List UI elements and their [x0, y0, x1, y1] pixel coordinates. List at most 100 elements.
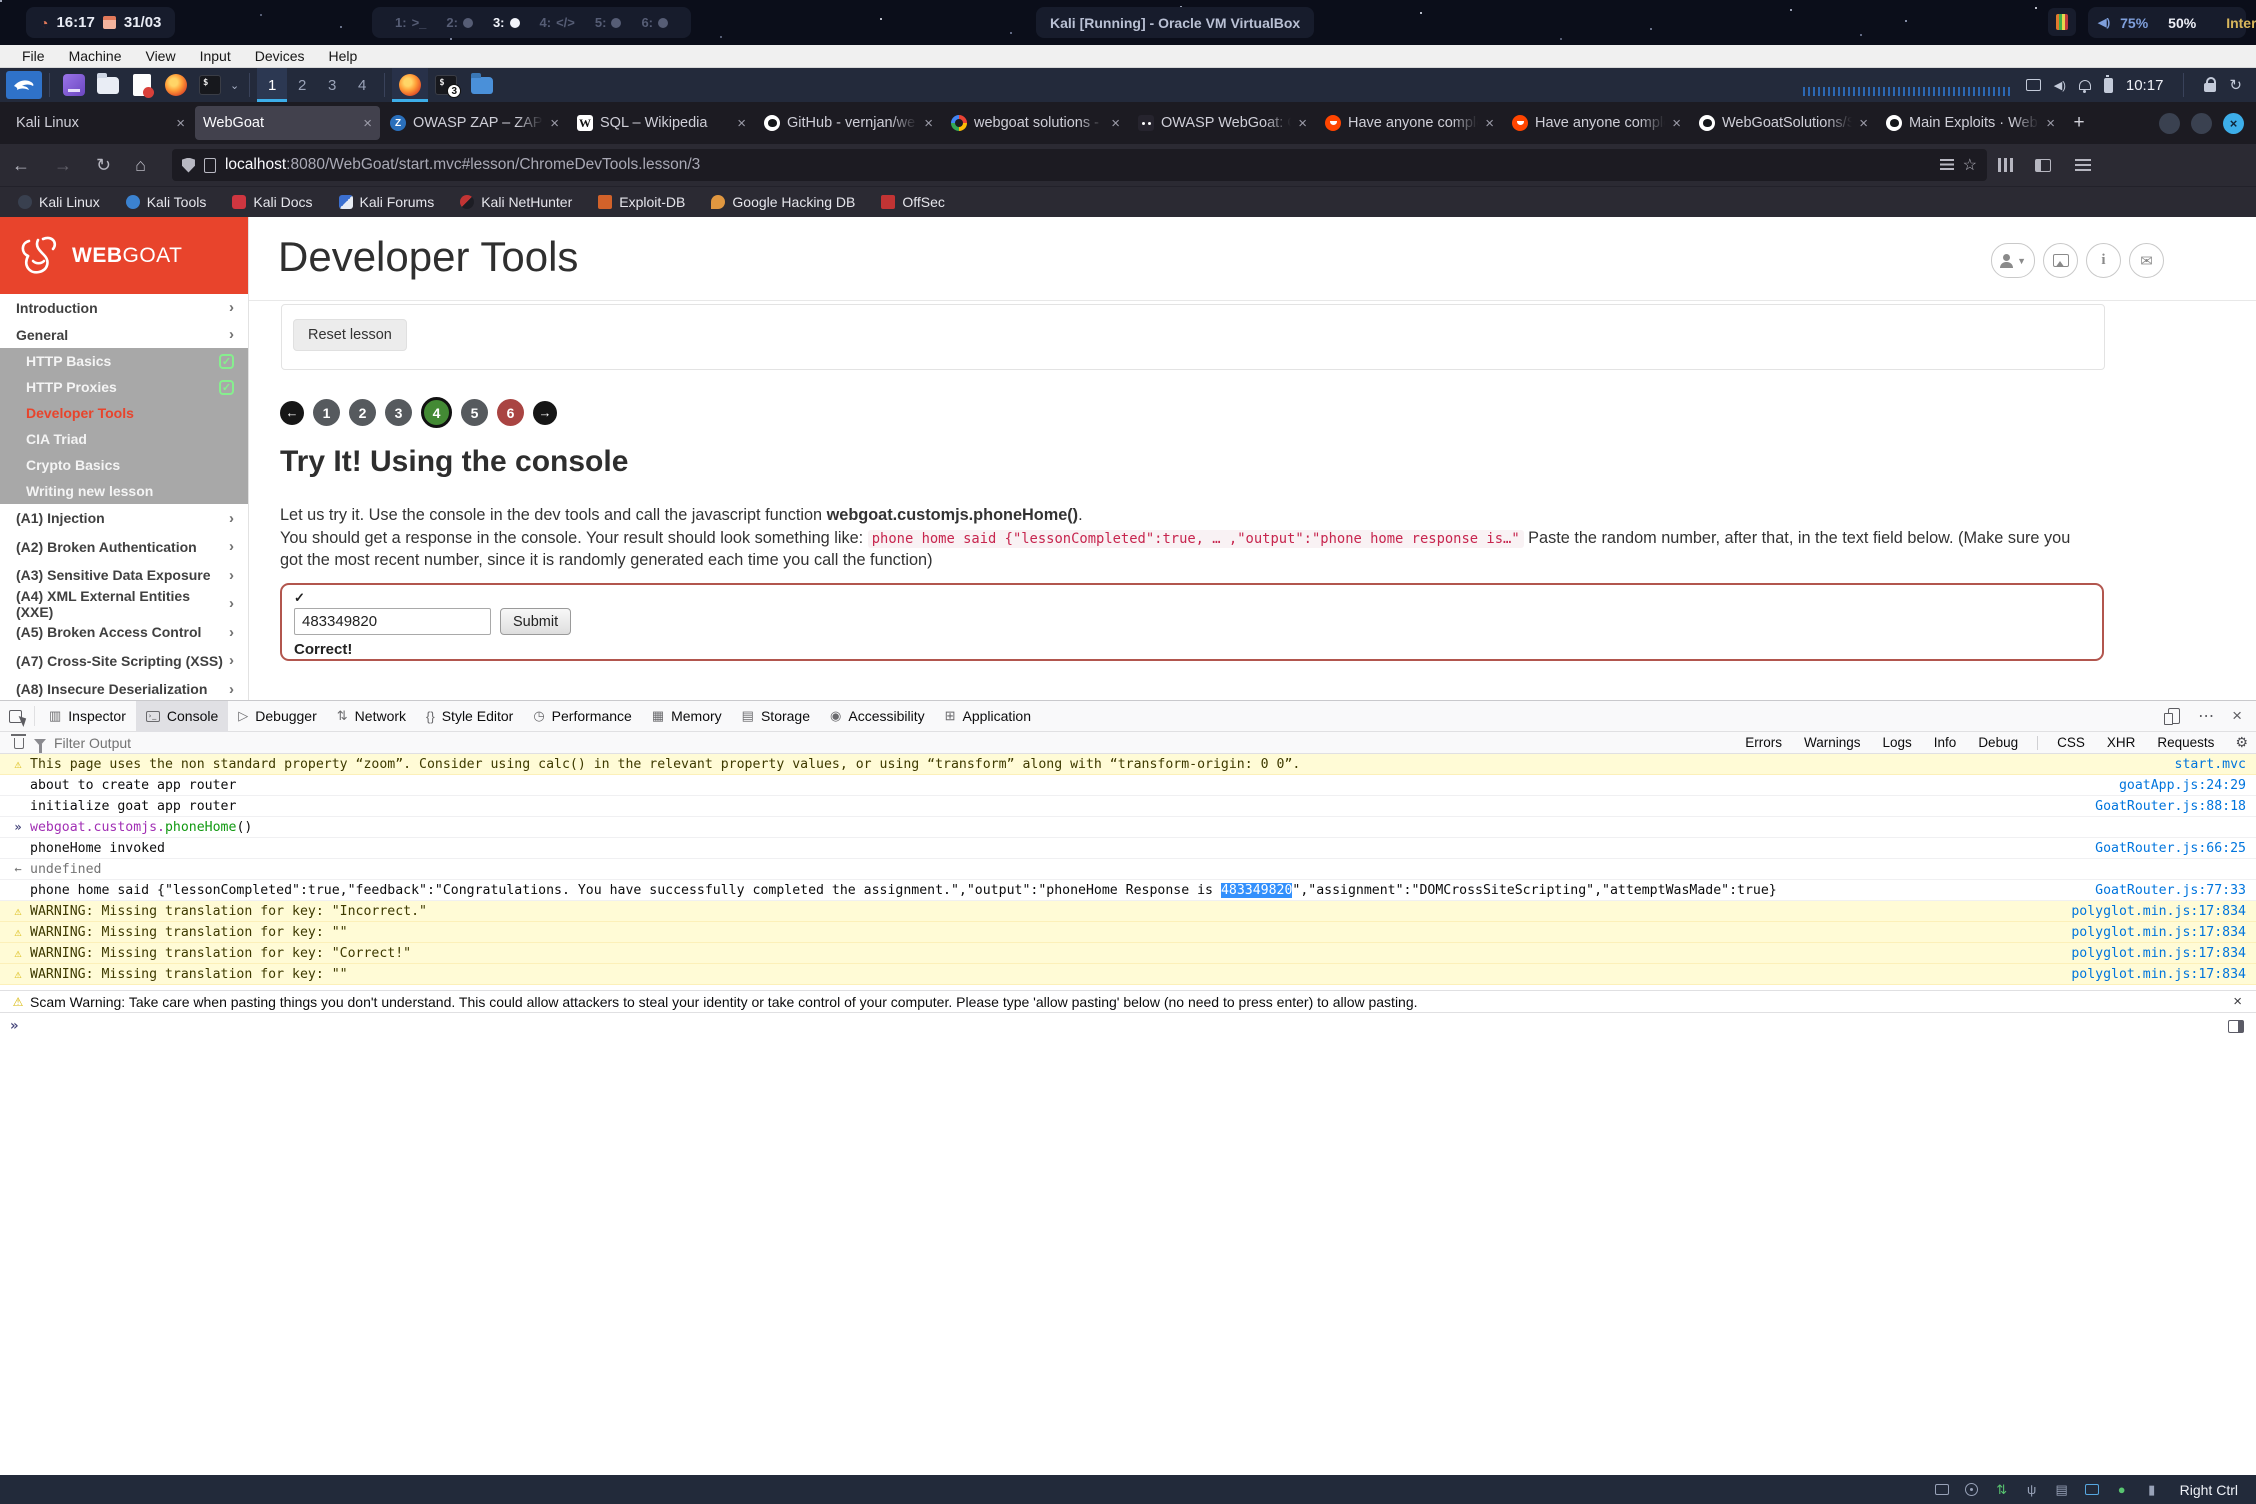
taskbar-workspace-3[interactable]: 3 — [317, 68, 347, 102]
sidebar-item-developer-tools-current[interactable]: Developer Tools — [0, 400, 248, 426]
tab-webgoat-solutions-search[interactable]: webgoat solutions - × — [943, 106, 1128, 140]
page-button-5[interactable]: 5 — [461, 399, 488, 426]
sidebar-item-http-proxies[interactable]: HTTP Proxies✓ — [0, 374, 248, 400]
menu-devices[interactable]: Devices — [243, 48, 317, 64]
filter-output-input[interactable] — [54, 735, 554, 751]
bookmark-kali-tools[interactable]: Kali Tools — [126, 194, 207, 210]
page-button-6-attack[interactable]: 6 — [497, 399, 524, 426]
tab-close-icon[interactable]: × — [2046, 115, 2055, 132]
filter-debug-button[interactable]: Debug — [1969, 734, 2027, 751]
tab-close-icon[interactable]: × — [1485, 115, 1494, 132]
terminal-window-button[interactable]: $3 — [428, 68, 464, 102]
forward-icon[interactable]: → — [42, 155, 84, 176]
page-button-2[interactable]: 2 — [349, 399, 376, 426]
tab-inspector[interactable]: ▥Inspector — [39, 701, 136, 732]
bookmark-kali-nethunter[interactable]: Kali NetHunter — [460, 194, 572, 210]
url-input[interactable]: localhost:8080/WebGoat/start.mvc#lesson/… — [172, 149, 1987, 181]
tab-close-icon[interactable]: × — [1298, 115, 1307, 132]
reload-icon[interactable]: ↻ — [84, 155, 123, 176]
tab-main-exploits[interactable]: Main Exploits · WebG × — [1878, 106, 2063, 140]
source-link[interactable]: polyglot.min.js:17:834 — [2071, 925, 2246, 940]
page-button-1[interactable]: 1 — [313, 399, 340, 426]
submit-button[interactable]: Submit — [500, 608, 571, 635]
launcher-dropdown-caret[interactable]: ⌄ — [230, 79, 239, 92]
new-tab-button[interactable]: + — [2064, 108, 2094, 138]
filter-errors-button[interactable]: Errors — [1736, 734, 1791, 751]
pick-element-button[interactable] — [0, 710, 30, 723]
responsive-design-mode-icon[interactable] — [2168, 708, 2180, 724]
bookmark-offsec[interactable]: OffSec — [881, 194, 945, 210]
files-window-button[interactable] — [464, 68, 500, 102]
tab-close-icon[interactable]: × — [1859, 115, 1868, 132]
bookmark-star-icon[interactable]: ☆ — [1963, 155, 1977, 175]
tab-sql-wikipedia[interactable]: W SQL – Wikipedia × — [569, 106, 754, 140]
terminal-launcher-icon[interactable]: $ — [198, 73, 222, 97]
menu-machine[interactable]: Machine — [57, 48, 134, 64]
next-page-arrow[interactable]: → — [533, 401, 557, 425]
guest-clock[interactable]: 10:17 — [2126, 77, 2164, 94]
console-settings-gear-icon[interactable]: ⚙ — [2235, 734, 2248, 751]
source-link[interactable]: GoatRouter.js:88:18 — [2095, 799, 2246, 814]
tab-github-vernjan[interactable]: GitHub - vernjan/we × — [756, 106, 941, 140]
workspace-6[interactable]: 6: — [632, 15, 677, 30]
bookmark-exploit-db[interactable]: Exploit-DB — [598, 194, 685, 210]
page-button-3[interactable]: 3 — [385, 399, 412, 426]
bookmark-kali-docs[interactable]: Kali Docs — [232, 194, 312, 210]
taskbar-workspace-2[interactable]: 2 — [287, 68, 317, 102]
tray-battery-icon[interactable] — [2104, 78, 2113, 93]
source-link[interactable]: polyglot.min.js:17:834 — [2071, 967, 2246, 982]
tray-app-icon[interactable] — [2048, 8, 2076, 36]
tab-close-icon[interactable]: × — [1672, 115, 1681, 132]
tab-reddit-2[interactable]: Have anyone comple × — [1504, 106, 1689, 140]
tab-webgoat-active[interactable]: WebGoat × — [195, 106, 380, 140]
sidebar-item-crypto-basics[interactable]: Crypto Basics — [0, 452, 248, 478]
filter-warnings-button[interactable]: Warnings — [1795, 734, 1870, 751]
sidebar-item-a4-xxe[interactable]: (A4) XML External Entities (XXE)› — [0, 590, 248, 619]
devtools-close-icon[interactable]: × — [2232, 706, 2242, 726]
source-link[interactable]: polyglot.min.js:17:834 — [2071, 904, 2246, 919]
filter-requests-button[interactable]: Requests — [2148, 734, 2223, 751]
sidebar-item-a8-insecure-deserialization[interactable]: (A8) Insecure Deserialization› — [0, 675, 248, 700]
tab-close-icon[interactable]: × — [363, 115, 372, 132]
filter-info-button[interactable]: Info — [1925, 734, 1966, 751]
sidebar-item-cia-triad[interactable]: CIA Triad — [0, 426, 248, 452]
workspace-5[interactable]: 5: — [586, 15, 631, 30]
bookmark-google-hacking-db[interactable]: Google Hacking DB — [711, 194, 855, 210]
page-button-4-current[interactable]: 4 — [421, 397, 452, 428]
sidebar-item-a7-xss[interactable]: (A7) Cross-Site Scripting (XSS)› — [0, 647, 248, 676]
tab-style-editor[interactable]: {}Style Editor — [416, 701, 523, 732]
sidebar-item-a5-broken-access-control[interactable]: (A5) Broken Access Control› — [0, 618, 248, 647]
user-menu-button[interactable]: ▼ — [1991, 243, 2035, 278]
reader-mode-icon[interactable] — [1940, 159, 1954, 172]
firefox-launcher-icon[interactable] — [164, 73, 188, 97]
tab-debugger[interactable]: ▷Debugger — [228, 701, 327, 732]
tray-volume-icon[interactable]: ◀) — [2054, 79, 2066, 92]
window-manager-icon[interactable] — [62, 73, 86, 97]
about-button[interactable]: i — [2086, 243, 2121, 278]
tray-lock-icon[interactable] — [2204, 83, 2216, 92]
menu-view[interactable]: View — [133, 48, 187, 64]
prev-page-arrow[interactable]: ← — [280, 401, 304, 425]
workspace-3-active[interactable]: 3: — [484, 15, 529, 30]
filter-logs-button[interactable]: Logs — [1874, 734, 1921, 751]
sidebar-item-http-basics[interactable]: HTTP Basics✓ — [0, 348, 248, 374]
tracking-protection-shield-icon[interactable] — [182, 158, 195, 173]
lesson-overview-button[interactable] — [2043, 243, 2078, 278]
filter-xhr-button[interactable]: XHR — [2098, 734, 2145, 751]
source-link[interactable]: GoatRouter.js:77:33 — [2095, 883, 2246, 898]
tab-performance[interactable]: ◷Performance — [523, 701, 642, 732]
dismiss-scam-warning-icon[interactable]: × — [2229, 993, 2246, 1010]
sidebar-item-general[interactable]: General› — [0, 321, 248, 348]
tab-accessibility[interactable]: ◉Accessibility — [820, 701, 935, 732]
split-console-icon[interactable] — [2228, 1020, 2244, 1033]
app-menu-icon[interactable] — [2075, 164, 2091, 166]
menu-help[interactable]: Help — [317, 48, 370, 64]
workspace-1[interactable]: 1:>_ — [386, 15, 435, 30]
file-manager-icon[interactable] — [96, 73, 120, 97]
tab-close-icon[interactable]: × — [550, 115, 559, 132]
sidebar-item-writing-new-lesson[interactable]: Writing new lesson — [0, 478, 248, 504]
tab-kali-linux[interactable]: Kali Linux × — [8, 106, 193, 140]
tab-storage[interactable]: ▤Storage — [732, 701, 820, 732]
sidebar-item-introduction[interactable]: Introduction› — [0, 294, 248, 321]
source-link[interactable]: start.mvc — [2175, 757, 2246, 772]
